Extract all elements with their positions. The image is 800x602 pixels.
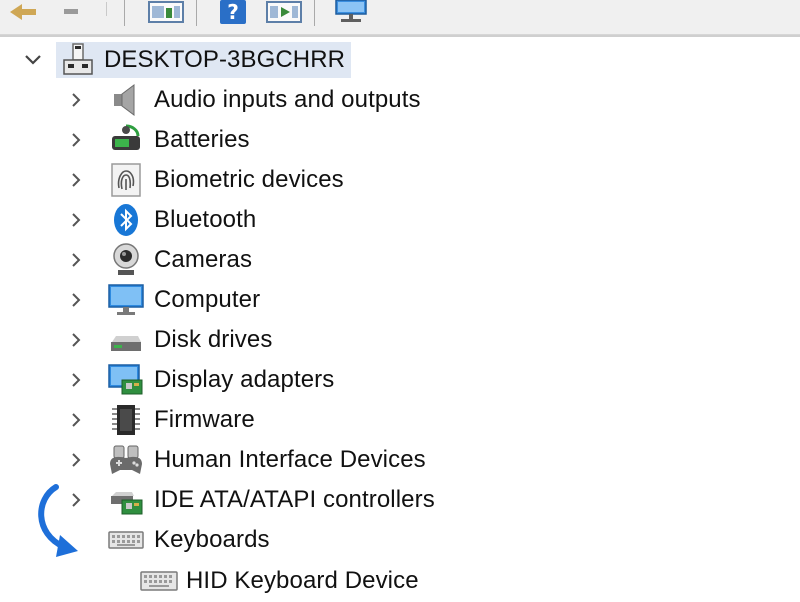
controller-card-icon: [111, 492, 143, 515]
tree-item-label: Bluetooth: [154, 206, 257, 233]
chevron-right-icon[interactable]: [66, 281, 86, 319]
help-icon[interactable]: ?: [218, 0, 248, 26]
chevron-right-icon[interactable]: [66, 81, 86, 119]
chevron-right-icon[interactable]: [66, 441, 86, 479]
chevron-right-icon[interactable]: [66, 201, 86, 239]
tree-item-label: Keyboards: [154, 526, 270, 553]
action-icon[interactable]: [264, 0, 304, 26]
tree-item-label: Biometric devices: [154, 166, 344, 193]
fingerprint-icon: [111, 163, 141, 197]
tree-item-label: IDE ATA/ATAPI controllers: [154, 486, 435, 513]
chevron-right-icon[interactable]: [66, 161, 86, 199]
tree-item-ide-controllers[interactable]: IDE ATA/ATAPI controllers: [66, 481, 435, 519]
battery-icon: [112, 124, 140, 150]
tree-item-hid[interactable]: Human Interface Devices: [66, 441, 426, 479]
chevron-right-icon[interactable]: [66, 361, 86, 399]
tree-item-label: Cameras: [154, 246, 253, 273]
chevron-right-icon[interactable]: [66, 121, 86, 159]
chevron-right-icon[interactable]: [66, 401, 86, 439]
tree-item-firmware[interactable]: Firmware: [66, 401, 255, 439]
display-adapter-icon: [108, 364, 143, 395]
tree-item-label: Human Interface Devices: [154, 446, 426, 473]
gamepad-icon: [110, 445, 142, 474]
keyboard-icon: [108, 531, 144, 549]
tree-item-biometric[interactable]: Biometric devices: [66, 161, 344, 199]
root-label: DESKTOP-3BGCHRR: [104, 46, 346, 73]
chevron-right-icon[interactable]: [66, 241, 86, 279]
tree-item-cameras[interactable]: Cameras: [66, 241, 252, 279]
tree-item-label: HID Keyboard Device: [186, 567, 419, 594]
scan-icon[interactable]: [332, 0, 372, 26]
tree-item-disk-drives[interactable]: Disk drives: [66, 321, 272, 359]
toolbar-separator: [124, 0, 125, 26]
tree-item-label: Disk drives: [154, 326, 273, 353]
tree-root-node[interactable]: DESKTOP-3BGCHRR: [22, 41, 352, 79]
curved-arrow-icon: [38, 484, 78, 557]
tree-item-bluetooth[interactable]: Bluetooth: [66, 201, 256, 239]
forward-icon[interactable]: [58, 0, 88, 26]
tree-item-label: Audio inputs and outputs: [154, 86, 421, 113]
tree-item-display-adapters[interactable]: Display adapters: [66, 361, 334, 399]
toolbar: ?: [0, 0, 800, 35]
tree-item-computer[interactable]: Computer: [66, 281, 260, 319]
root-selection[interactable]: DESKTOP-3BGCHRR: [56, 42, 352, 78]
speaker-icon: [114, 84, 135, 116]
toolbar-separator: [196, 0, 197, 26]
tree-item-batteries[interactable]: Batteries: [66, 121, 250, 159]
computer-tower-icon: [63, 43, 93, 75]
chevron-right-icon[interactable]: [66, 321, 86, 359]
bluetooth-icon: [114, 204, 138, 236]
disk-drive-icon: [111, 336, 141, 351]
tree-item-hid-keyboard-device[interactable]: HID Keyboard Device: [140, 562, 419, 600]
device-tree: DESKTOP-3BGCHRR Audio inputs and outputs…: [0, 35, 800, 602]
svg-text:?: ?: [227, 0, 239, 24]
chip-icon: [112, 405, 140, 435]
tree-item-audio[interactable]: Audio inputs and outputs: [66, 81, 421, 119]
webcam-icon: [113, 243, 139, 275]
tree-item-label: Computer: [154, 286, 261, 313]
tree-item-label: Display adapters: [154, 366, 335, 393]
properties-icon[interactable]: [146, 0, 186, 26]
toolbar-separator: [314, 0, 315, 26]
chevron-down-icon[interactable]: [22, 41, 44, 79]
back-icon[interactable]: [6, 0, 40, 26]
keyboard-icon: [140, 571, 178, 591]
tree-item-keyboards[interactable]: Keyboards: [66, 521, 270, 559]
tree-item-label: Batteries: [154, 126, 250, 153]
tree-item-label: Firmware: [154, 406, 255, 433]
monitor-icon: [108, 284, 144, 315]
toolbar-separator: [106, 2, 107, 16]
